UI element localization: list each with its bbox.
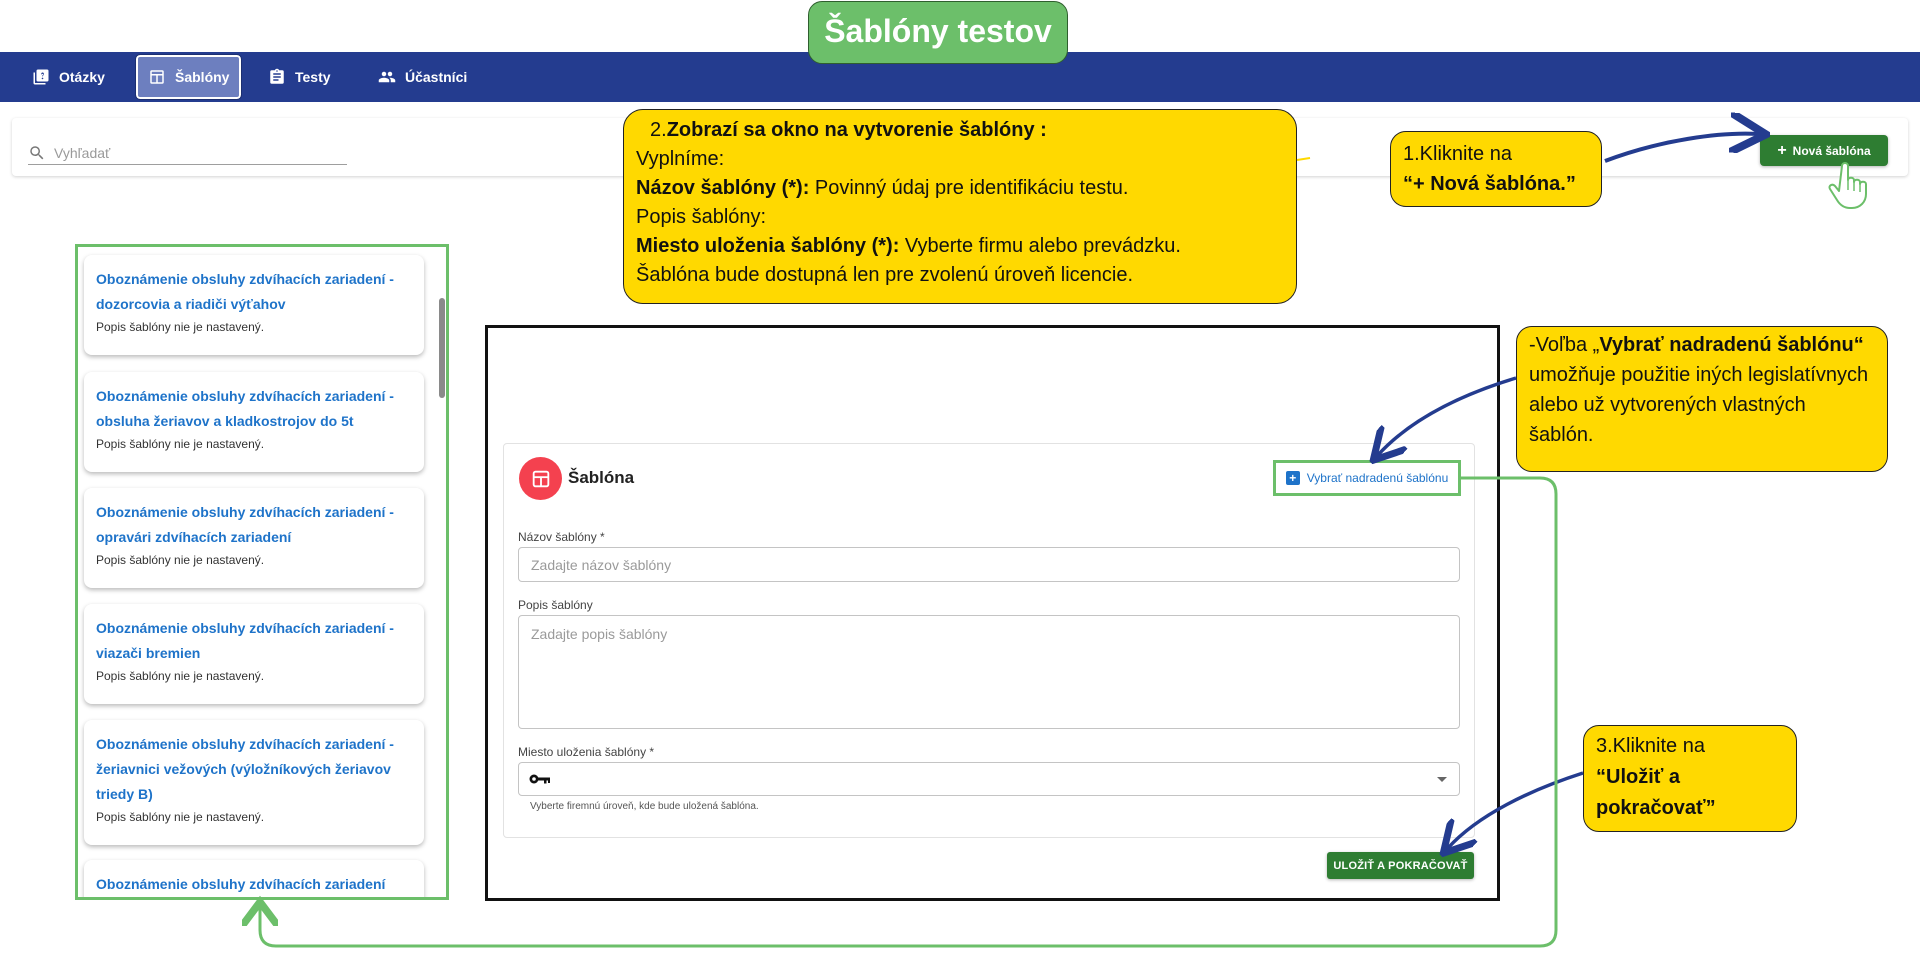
key-icon (529, 774, 550, 784)
nav-item-label: Otázky (59, 69, 105, 85)
template-card-title[interactable]: Oboznámenie obsluhy zdvíhacích zariadení… (96, 267, 412, 317)
template-card[interactable]: Oboznámenie obsluhy zdvíhacích zariadení… (84, 255, 424, 355)
callout-step2-heading: 2.Zobrazí sa okno na vytvorenie šablóny … (636, 116, 1284, 145)
nav-item-templates[interactable]: Šablóny (134, 54, 243, 100)
template-card-desc: Popis šablóny nie je nastavený. (96, 320, 265, 334)
callout-step2-line1: Vyplníme: (636, 148, 725, 170)
callout-step2-desc: Popis šablóny: (636, 206, 767, 228)
chevron-down-icon (1437, 777, 1447, 782)
list-scrollbar[interactable] (439, 298, 445, 398)
plus-icon: + (1777, 141, 1787, 159)
callout-step2-title: Zobrazí sa okno na vytvorenie šablóny : (666, 119, 1047, 141)
template-card[interactable]: Oboznámenie obsluhy zdvíhacích zariadení… (84, 488, 424, 588)
template-card[interactable]: Oboznámenie obsluhy zdvíhacích zariadení… (84, 372, 424, 472)
clipboard-icon (270, 68, 284, 84)
template-name-input[interactable] (518, 547, 1460, 582)
location-field-label: Miesto uloženia šablóny * (518, 745, 655, 759)
template-card[interactable]: Oboznámenie obsluhy zdvíhacích zariadení (84, 860, 424, 897)
add-box-icon: + (1285, 471, 1300, 485)
template-icon (150, 70, 164, 84)
callout-step3-line1: 3.Kliknite na (1596, 735, 1705, 757)
callout-step2-name-text: Povinný údaj pre identifikáciu testu. (809, 177, 1129, 199)
callout-step2-loc-bold: Miesto uloženia šablóny (*): (636, 235, 900, 257)
callout-step1-line2: “+ Nová šablóna.” (1403, 173, 1576, 195)
nav-item-label: Šablóny (175, 69, 230, 85)
new-template-label: Nová šablóna (1792, 143, 1871, 158)
nav-item-label: Účastníci (405, 69, 468, 85)
search-icon (30, 145, 44, 159)
callout-step2-name-bold: Názov šablóny (*): (636, 177, 810, 199)
template-card-title[interactable]: Oboznámenie obsluhy zdvíhacích zariadení (96, 872, 412, 897)
callout-step1-line1: 1.Kliknite na (1403, 143, 1512, 165)
callout-step2-loc-text: Vyberte firmu alebo prevádzku. (899, 235, 1181, 257)
callout-parent-text: umožňuje použitie iných legislatívnych a… (1529, 364, 1869, 446)
nav-item-tests[interactable]: Testy (258, 55, 341, 99)
nav-item-participants[interactable]: Účastníci (368, 55, 477, 99)
template-card-title[interactable]: Oboznámenie obsluhy zdvíhacích zariadení… (96, 616, 412, 666)
template-card-title[interactable]: Oboznámenie obsluhy zdvíhacích zariadení… (96, 500, 412, 550)
callout-step3: 3.Kliknite na “Uložiť a pokračovať” (1583, 725, 1797, 832)
template-card-title[interactable]: Oboznámenie obsluhy zdvíhacích zariadení… (96, 384, 412, 434)
name-field-label: Názov šablóny * (518, 530, 605, 544)
nav-item-label: Testy (295, 69, 331, 85)
search-bar (28, 141, 347, 165)
callout-parent-template: -Voľba „Vybrať nadradenú šablónu“ umožňu… (1516, 326, 1888, 472)
callout-step2-location: Miesto uloženia šablóny (*): Vyberte fir… (636, 232, 1284, 261)
description-field-label: Popis šablóny (518, 598, 593, 612)
template-description-textarea[interactable] (518, 615, 1460, 729)
save-and-continue-button[interactable]: ULOŽIŤ A POKRAČOVAŤ (1327, 852, 1474, 879)
callout-step2: 2.Zobrazí sa okno na vytvorenie šablóny … (623, 109, 1297, 304)
form-title: Šablóna (568, 468, 635, 487)
select-parent-template-button[interactable]: + Vybrať nadradenú šablónu (1273, 460, 1461, 496)
callout-parent-bold: Vybrať nadradenú šablónu“ (1599, 334, 1864, 356)
template-card[interactable]: Oboznámenie obsluhy zdvíhacích zariadení… (84, 604, 424, 704)
template-list: Oboznámenie obsluhy zdvíhacích zariadení… (75, 244, 449, 900)
callout-step1: 1.Kliknite na “+ Nová šablóna.” (1390, 131, 1602, 207)
page-title-banner: Šablóny testov (808, 1, 1068, 64)
people-icon (378, 71, 396, 83)
callout-step2-num: 2. (650, 119, 667, 141)
hand-pointer-icon (1828, 162, 1867, 209)
nav-item-questions[interactable]: Otázky (22, 55, 115, 99)
template-card-desc: Popis šablóny nie je nastavený. (96, 437, 265, 451)
template-card-title[interactable]: Oboznámenie obsluhy zdvíhacích zariadení… (96, 732, 412, 807)
callout-parent-prefix: -Voľba „ (1529, 334, 1600, 356)
search-input[interactable] (54, 144, 324, 161)
callout-step3-bold: “Uložiť a pokračovať” (1596, 766, 1716, 819)
template-card-desc: Popis šablóny nie je nastavený. (96, 810, 265, 824)
callout-step2-name: Názov šablóny (*): Povinný údaj pre iden… (636, 174, 1284, 203)
quiz-icon (33, 69, 49, 85)
template-icon (532, 470, 549, 487)
callout-step2-loc-line2: Šablóna bude dostupná len pre zvolenú úr… (636, 264, 1134, 286)
template-card[interactable]: Oboznámenie obsluhy zdvíhacích zariadení… (84, 720, 424, 845)
template-avatar (519, 457, 562, 500)
select-parent-template-label: Vybrať nadradenú šablónu (1306, 471, 1449, 485)
template-card-desc: Popis šablóny nie je nastavený. (96, 553, 265, 567)
template-location-select[interactable] (518, 762, 1460, 796)
location-helper-text: Vyberte firemnú úroveň, kde bude uložená… (530, 801, 759, 812)
template-card-desc: Popis šablóny nie je nastavený. (96, 669, 265, 683)
